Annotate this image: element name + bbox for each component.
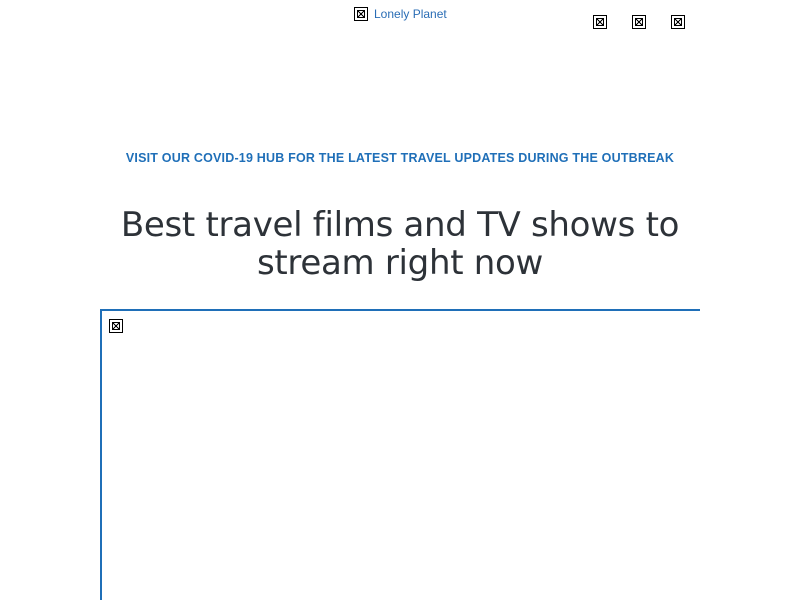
page: Lonely Planet VISIT OUR COVID-19 HUB FOR…: [0, 0, 800, 600]
page-title: Best travel films and TV shows to stream…: [120, 205, 680, 283]
hero-image-frame: [100, 309, 700, 600]
logo-link[interactable]: Lonely Planet: [354, 7, 447, 21]
header-image-2-icon[interactable]: [632, 15, 646, 29]
covid-hub-link[interactable]: VISIT OUR COVID-19 HUB FOR THE LATEST TR…: [0, 151, 800, 165]
broken-image-icon: [109, 319, 123, 333]
header-image-1-icon[interactable]: [593, 15, 607, 29]
header-image-3-icon[interactable]: [671, 15, 685, 29]
logo-label: Lonely Planet: [374, 7, 447, 21]
broken-image-icon: [354, 7, 368, 21]
